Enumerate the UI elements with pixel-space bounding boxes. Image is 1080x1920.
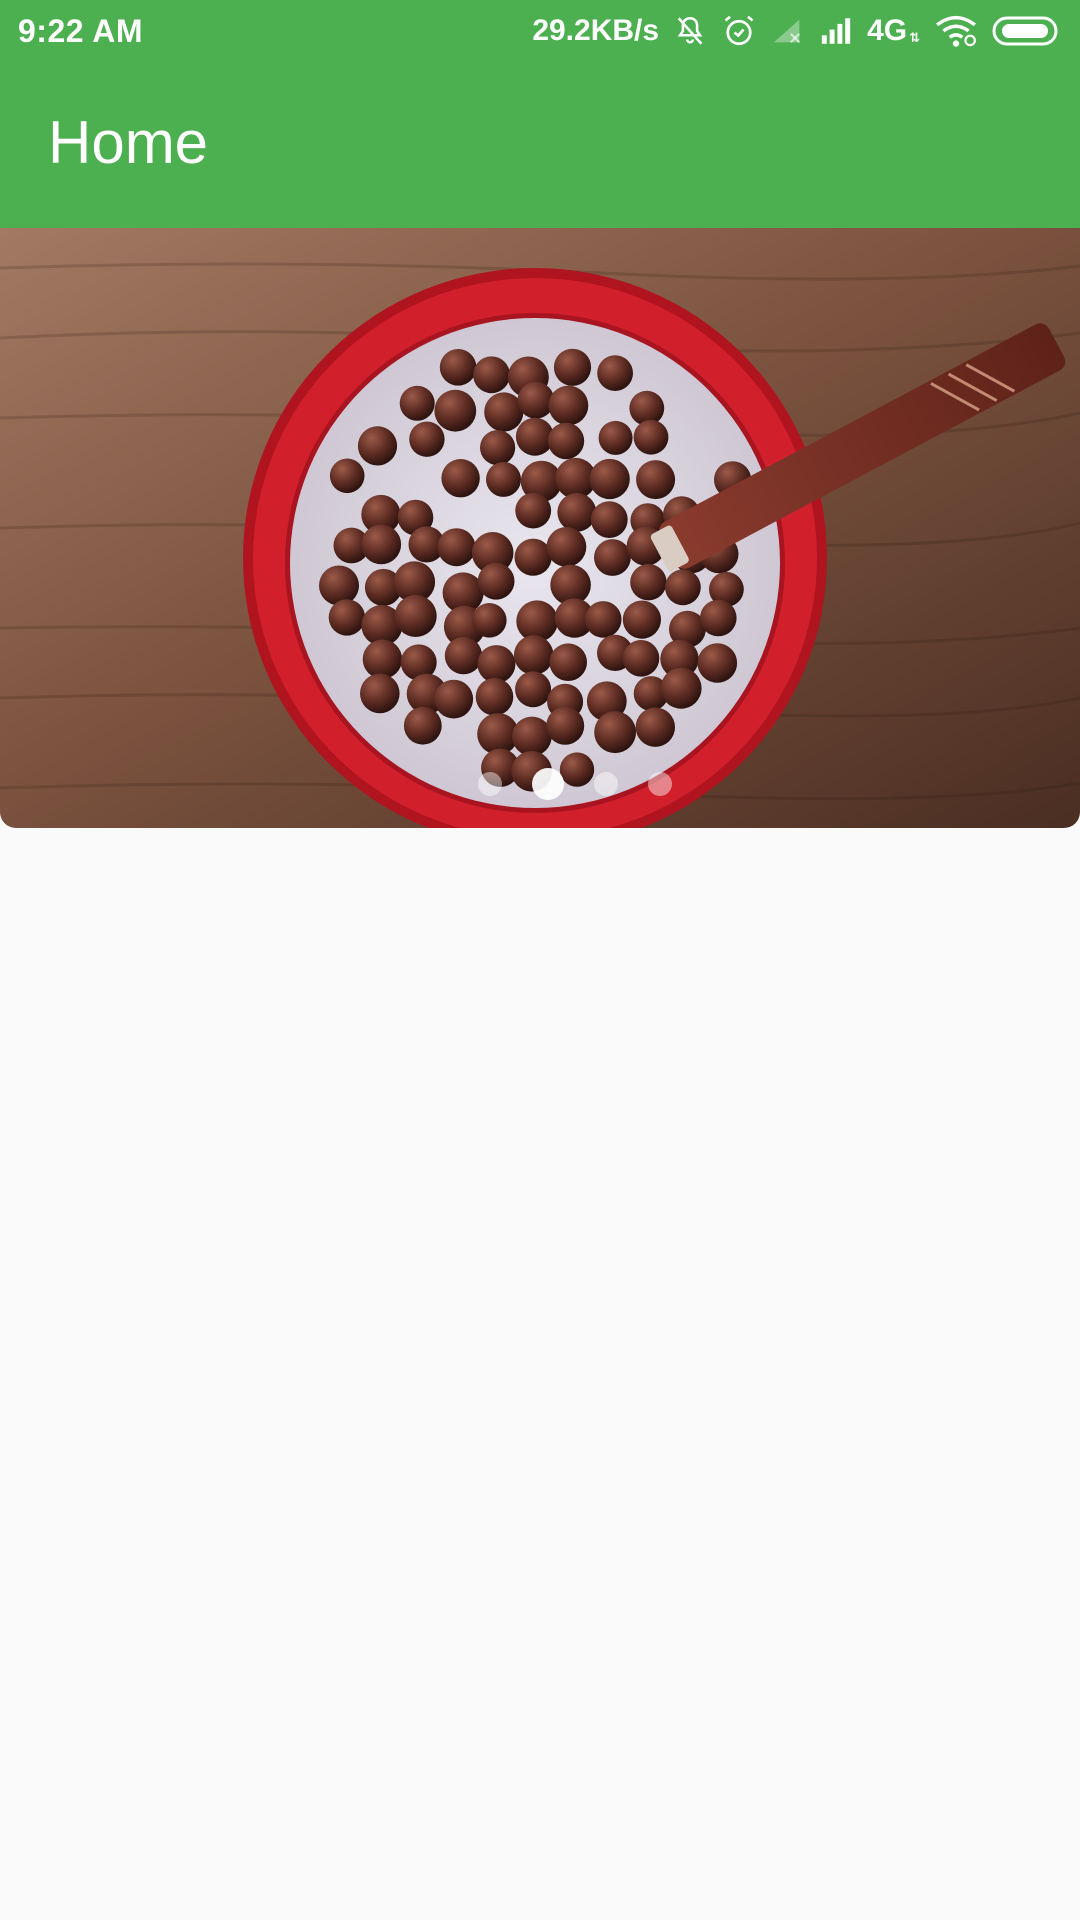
signal-off-icon — [771, 11, 805, 51]
network-type-label: 4G — [867, 14, 908, 47]
net-speed: 29.2KB/s — [532, 14, 660, 47]
carousel-dot-1[interactable] — [478, 772, 502, 796]
alarm-icon — [721, 11, 757, 51]
carousel-image[interactable] — [0, 228, 1080, 828]
network-type: 4G ⇅ — [867, 14, 920, 48]
network-arrows: ⇅ — [909, 30, 920, 45]
signal-icon — [819, 11, 853, 51]
wifi-icon — [934, 11, 978, 51]
page-title: Home — [48, 108, 209, 176]
status-bar: 9:22 AM 29.2KB/s 4G ⇅ — [0, 0, 1080, 62]
image-carousel[interactable] — [0, 228, 1080, 828]
carousel-indicators — [0, 768, 1080, 800]
status-time: 9:22 AM — [18, 12, 144, 49]
mute-bell-icon — [673, 11, 707, 51]
battery-icon — [992, 11, 1062, 51]
carousel-dot-4[interactable] — [648, 772, 672, 796]
carousel-dot-2-active[interactable] — [532, 768, 564, 800]
carousel-dot-3[interactable] — [594, 772, 618, 796]
status-indicators: 29.2KB/s 4G ⇅ — [532, 11, 1062, 51]
content-area — [0, 828, 1080, 1920]
app-bar: Home — [0, 62, 1080, 228]
